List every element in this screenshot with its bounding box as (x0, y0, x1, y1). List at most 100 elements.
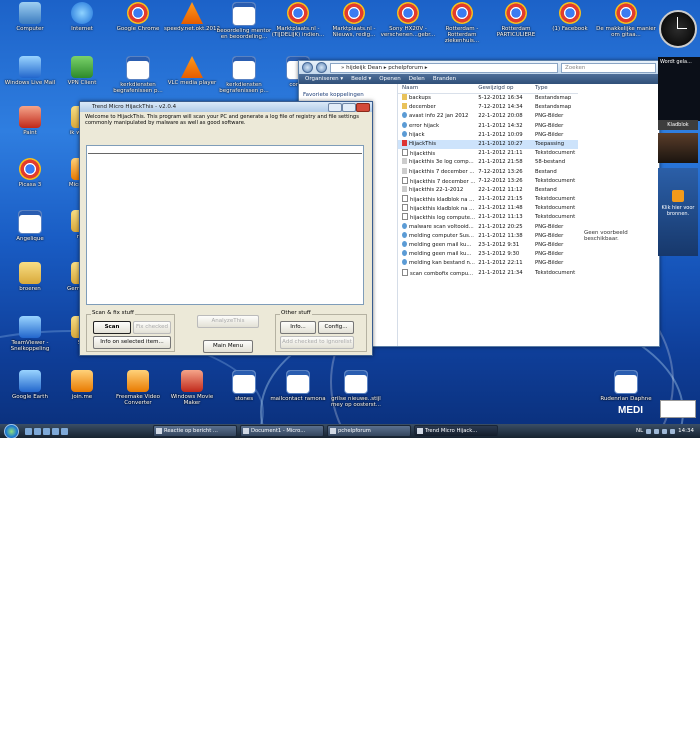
config-button[interactable]: Config... (318, 321, 354, 334)
main-menu-button[interactable]: Main Menu (203, 340, 253, 353)
info-selected-button[interactable]: Info on selected item... (93, 336, 171, 349)
desktop-icon[interactable]: join.me (52, 370, 112, 400)
file-row[interactable]: malware scan voltooid... 21-1-2012 20:25 P… (398, 222, 578, 232)
show-desktop-icon[interactable] (25, 427, 32, 435)
file-row[interactable]: hijackthis kladblok na ... 21-1-2012 21:1… (398, 195, 578, 204)
share-button[interactable]: Delen (409, 76, 425, 82)
file-row[interactable]: december 7-12-2012 14:34 Bestandsmap (398, 103, 578, 112)
desktop-icon[interactable]: Rotterdam PARTICULIERE (486, 2, 546, 38)
clock-gadget[interactable] (658, 8, 698, 52)
file-row[interactable]: hijack 21-1-2012 10:09 PNG-Bilder (398, 130, 578, 140)
file-row[interactable]: hijackthis log compute... 21-1-2012 11:13… (398, 213, 578, 222)
notes-gadget[interactable]: Kladblok (658, 120, 698, 130)
scan-results-list[interactable] (86, 145, 364, 305)
desktop-icon[interactable]: Angelique (0, 210, 60, 242)
file-row[interactable]: scan combofix compu... 21-1-2012 21:34 Tek… (398, 268, 578, 278)
sidebar-search-box[interactable] (660, 400, 696, 418)
desktop-icon[interactable]: Rudenrian Daphne (596, 370, 656, 402)
file-row[interactable]: error hijack 21-1-2012 14:32 PNG-Bilder (398, 121, 578, 131)
news-gadget[interactable]: Wordt gela... (658, 57, 700, 121)
word-quicklaunch-icon[interactable] (52, 427, 59, 435)
file-row[interactable]: melding computer Sus... 21-1-2012 11:38 PN… (398, 231, 578, 241)
open-button[interactable]: Openen (379, 76, 401, 82)
desktop-icon[interactable]: Marktplaats.nl - Nieuws, redig... (324, 2, 384, 38)
feed-gadget[interactable]: Klik hier voor bronnen. (658, 168, 698, 256)
desktop-icon[interactable]: Windows Movie Maker (162, 370, 222, 406)
fix-checked-button[interactable]: Fix checked (133, 321, 171, 334)
file-row[interactable]: hijackthis 3e log comp... 21-1-2012 21:58… (398, 158, 578, 167)
view-button[interactable]: Beeld ▾ (351, 76, 371, 82)
desktop-icon[interactable]: Picasa 3 (0, 158, 60, 188)
desktop-icon[interactable]: kerkdiensten begrafenissen p... (214, 56, 274, 94)
taskbar-button[interactable]: Document1 - Micro... (240, 425, 324, 437)
update-icon[interactable] (670, 428, 676, 434)
desktop-icon[interactable]: Marktplaats.nl - (TIJDELIJK) indien... (268, 2, 328, 38)
desktop-icon[interactable]: Google Earth (0, 370, 60, 400)
address-bar[interactable]: » hijdeijk Dean ▸ pchelpforum ▸ (330, 62, 558, 73)
photo-gadget[interactable] (658, 133, 698, 163)
search-input[interactable]: Zoeken (561, 62, 656, 73)
minimize-icon[interactable] (328, 103, 342, 112)
desktop-icon[interactable]: broeren (0, 262, 60, 292)
clock[interactable]: 14:34 (678, 428, 694, 434)
file-row[interactable]: backups 5-12-2012 16:34 Bestandsmap (398, 94, 578, 103)
switch-windows-icon[interactable] (34, 427, 41, 435)
desktop-icon[interactable]: Rotterdam - Rotterdam ziekenhuis... (432, 2, 492, 44)
file-row[interactable]: melding kan bestand n... 21-1-2012 22:11 P… (398, 259, 578, 268)
desktop-icon[interactable]: (1) Facebook (540, 2, 600, 32)
desktop-icon[interactable]: Computer (0, 2, 60, 32)
info-button[interactable]: Info... (280, 321, 316, 334)
file-row[interactable]: melding geen mail ku... 23-1-2012 9:31 PNG… (398, 241, 578, 250)
column-date[interactable]: Gewijzigd op (478, 84, 535, 93)
analyze-this-button[interactable]: AnalyzeThis (197, 315, 259, 328)
desktop-icon[interactable]: Sony HX20V - verschenen...gebr... (378, 2, 438, 38)
burn-button[interactable]: Branden (433, 76, 456, 82)
file-row[interactable]: avast info 22 jan 2012 22-1-2012 20:08 PNG… (398, 112, 578, 121)
taskbar-button[interactable]: Trend Micro Hijack... (414, 425, 498, 437)
column-name[interactable]: Naam (398, 84, 478, 93)
desktop-icon[interactable]: Freemake Video Converter (108, 370, 168, 406)
network-icon[interactable] (646, 428, 652, 434)
file-row[interactable]: hijackthis 22-1-2012 22-1-2012 11:12 Besta… (398, 185, 578, 195)
back-icon[interactable] (302, 62, 313, 73)
desktop-icon[interactable]: grilse nieuwe..stijl mey op oosterst... (326, 370, 386, 408)
desktop-icon[interactable]: Paint (0, 106, 60, 136)
security-icon[interactable] (662, 428, 668, 434)
desktop-icon[interactable]: Windows Live Mail (0, 56, 60, 86)
desktop-icon[interactable]: VLC media player (162, 56, 222, 86)
start-button[interactable] (4, 423, 19, 438)
file-row[interactable]: hijackthis kladblok na ... 21-1-2012 11:4… (398, 204, 578, 213)
organize-button[interactable]: Organiseren ▾ (305, 76, 343, 82)
desktop-icon[interactable]: stones (214, 370, 274, 402)
desktop-icon[interactable]: De makkelijke manier om gitaa... (596, 2, 656, 38)
txt-file-icon (402, 176, 408, 184)
ie-quicklaunch-icon[interactable] (43, 427, 50, 435)
maximize-icon[interactable] (342, 103, 356, 112)
desktop-icon[interactable]: TeamViewer - Snelkoppeling (0, 316, 60, 352)
forward-icon[interactable] (316, 62, 327, 73)
taskbar-button[interactable]: Reactie op bericht ... (153, 425, 237, 437)
column-type[interactable]: Type (535, 84, 578, 93)
taskbar-button[interactable]: pchelpforum (327, 425, 411, 437)
file-row[interactable]: melding geen mail ku... 23-1-2012 9:30 PNG… (398, 250, 578, 259)
desktop-icon[interactable]: mailcontact ramona (268, 370, 328, 402)
desktop-icon[interactable]: VPN Client (52, 56, 112, 86)
hijackthis-window[interactable]: Trend Micro HijackThis - v2.0.4 Welcome … (79, 101, 373, 356)
desktop-icon[interactable]: kerkdiensten begrafenissen p... (108, 56, 168, 94)
file-row[interactable]: hijackthis 21-1-2012 21:11 Tekstdocument (398, 149, 578, 158)
file-row[interactable]: HijackThis 21-1-2012 10:27 Toepassing (398, 139, 578, 150)
language-indicator[interactable]: NL (636, 428, 643, 434)
close-icon[interactable] (356, 103, 370, 112)
file-row[interactable]: hijackthis 7 december ... 7-12-2012 13:26… (398, 167, 578, 177)
scan-button[interactable]: Scan (93, 321, 131, 334)
desktop-icon[interactable]: Internet (52, 2, 112, 32)
results-input-line[interactable] (88, 147, 362, 154)
desktop-icon[interactable]: speedy.net.okt.2012 (162, 2, 222, 32)
file-row[interactable]: hijackthis 7 december ... 7-12-2012 13:26… (398, 176, 578, 186)
volume-icon[interactable] (654, 428, 660, 434)
desktop-icon[interactable]: beoordeling mentor en beoordeling... (214, 2, 274, 40)
desktop-icon[interactable]: Google Chrome (108, 2, 168, 32)
word-doc-icon (18, 210, 42, 234)
add-ignorelist-button[interactable]: Add checked to ignorelist (280, 336, 354, 349)
folder-quicklaunch-icon[interactable] (61, 427, 68, 435)
